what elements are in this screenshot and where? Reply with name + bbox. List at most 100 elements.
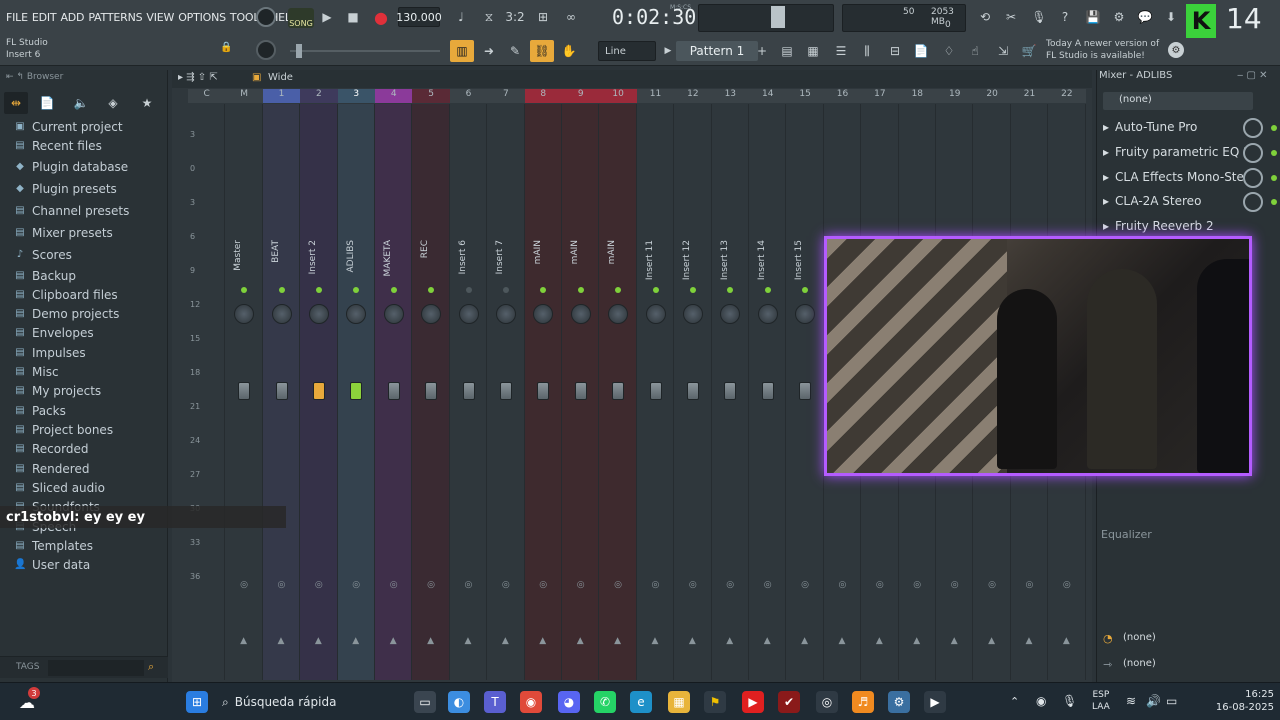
- strip-name[interactable]: Insert 11: [645, 240, 655, 280]
- main-pitch-slider[interactable]: [698, 4, 834, 32]
- strip-number[interactable]: 7: [487, 89, 525, 103]
- route-arrow-icon[interactable]: ▲: [577, 636, 584, 646]
- taskbar-search[interactable]: ⌕ Búsqueda rápida: [222, 689, 402, 715]
- strip-name[interactable]: ADLIBS: [346, 240, 356, 272]
- strip-number[interactable]: 13: [711, 89, 749, 103]
- chat-icon[interactable]: 💬: [1134, 6, 1156, 28]
- strip-number[interactable]: C: [188, 89, 226, 103]
- mixer-icon[interactable]: ⫼: [856, 40, 878, 62]
- strip-number[interactable]: 21: [1010, 89, 1049, 103]
- browser-item[interactable]: ▤ Mixer presets: [14, 224, 113, 242]
- fx-slot-3-mix-knob[interactable]: [1243, 168, 1263, 188]
- browser-item[interactable]: 👤 User data: [14, 556, 90, 574]
- window-controls-icon[interactable]: ‒ ▢ ✕: [1237, 70, 1268, 81]
- volume-fader[interactable]: [574, 382, 587, 400]
- strip-number[interactable]: 16: [823, 89, 862, 103]
- browser-item[interactable]: ▤ Clipboard files: [14, 286, 117, 304]
- strip-enable-led[interactable]: [577, 287, 584, 293]
- pan-knob[interactable]: [383, 304, 404, 324]
- output-1-selector[interactable]: (none): [1101, 632, 1279, 650]
- send-route-icon[interactable]: ◎: [801, 580, 809, 590]
- browser-arrows-icon[interactable]: ⇤ ↰: [6, 72, 27, 82]
- strip-number[interactable]: 19: [936, 89, 974, 103]
- settings-icon[interactable]: ⚙: [888, 691, 910, 713]
- strip-enable-led[interactable]: [502, 287, 509, 293]
- strip-number[interactable]: 6: [449, 89, 488, 103]
- volume-fader[interactable]: [686, 382, 699, 400]
- pattern-prev-icon[interactable]: ▶: [662, 40, 674, 62]
- strip-number[interactable]: 2: [300, 89, 338, 103]
- strip-name[interactable]: mAIN: [533, 240, 543, 264]
- browser-item[interactable]: ▤ Impulses: [14, 344, 85, 362]
- route-arrow-icon[interactable]: ▲: [652, 636, 659, 646]
- pan-knob[interactable]: [495, 304, 516, 324]
- strip-enable-led[interactable]: [465, 287, 472, 293]
- browser-item[interactable]: ▤ Recent files: [14, 137, 102, 155]
- route-arrow-icon[interactable]: ▲: [427, 636, 434, 646]
- volume-icon[interactable]: 🔊: [1146, 694, 1161, 708]
- stop-icon[interactable]: ■: [342, 6, 364, 28]
- fx-slot-5[interactable]: ▸ Fruity Reeverb 2: [1103, 215, 1253, 237]
- mixer-view-mode[interactable]: Wide: [268, 72, 293, 83]
- loop-record-icon[interactable]: ∞: [560, 6, 582, 28]
- undo-history-icon[interactable]: ⟲: [974, 6, 996, 28]
- browser-item[interactable]: ▤ My projects: [14, 382, 101, 400]
- news-panel[interactable]: Today A newer version of FL Studio is av…: [1046, 38, 1176, 64]
- pan-knob[interactable]: [645, 304, 666, 324]
- route-arrow-icon[interactable]: ▲: [1063, 636, 1070, 646]
- piano-roll-icon[interactable]: ☰: [830, 40, 852, 62]
- countdown-icon[interactable]: 3:2: [504, 6, 526, 28]
- battery-icon[interactable]: ▭: [1166, 694, 1177, 708]
- strip-name[interactable]: Insert 2: [308, 240, 318, 274]
- tray-chevron-icon[interactable]: ⌃: [1010, 695, 1019, 708]
- volume-fader[interactable]: [649, 382, 662, 400]
- pan-knob[interactable]: [757, 304, 778, 324]
- plugin-picker-icon[interactable]: ♢: [938, 40, 960, 62]
- master-pitch-handle[interactable]: [296, 44, 302, 58]
- browser-item[interactable]: ▤ Rendered: [14, 460, 89, 478]
- strip-name[interactable]: mAIN: [607, 240, 617, 264]
- route-arrow-icon[interactable]: ▲: [801, 636, 808, 646]
- route-arrow-icon[interactable]: ▲: [726, 636, 733, 646]
- download-icon[interactable]: ⬇: [1160, 6, 1182, 28]
- pan-knob[interactable]: [608, 304, 629, 324]
- send-route-icon[interactable]: ◎: [614, 580, 622, 590]
- route-arrow-icon[interactable]: ▲: [951, 636, 958, 646]
- blend-notes-icon[interactable]: ⊞: [532, 6, 554, 28]
- send-route-icon[interactable]: ◎: [988, 580, 996, 590]
- strip-number[interactable]: 15: [786, 89, 824, 103]
- route-arrow-icon[interactable]: ▲: [240, 636, 247, 646]
- fx-slot-1-led[interactable]: [1271, 125, 1277, 131]
- piano-icon[interactable]: ▥: [450, 40, 474, 62]
- route-arrow-icon[interactable]: ▲: [614, 636, 621, 646]
- send-route-icon[interactable]: ◎: [577, 580, 585, 590]
- arrow-right-icon[interactable]: ➜: [478, 40, 500, 62]
- plugin-icon[interactable]: ⚙: [1108, 6, 1130, 28]
- send-route-icon[interactable]: ◎: [951, 580, 959, 590]
- menu-file[interactable]: FILE: [4, 11, 30, 24]
- fx-slot-4[interactable]: ▸ CLA-2A Stereo: [1103, 190, 1253, 212]
- fx-slot-3[interactable]: ▸ CLA Effects Mono-Stereo: [1103, 166, 1263, 188]
- menu-patterns[interactable]: PATTERNS: [86, 11, 144, 24]
- route-arrow-icon[interactable]: ▲: [352, 636, 359, 646]
- send-route-icon[interactable]: ◎: [352, 580, 360, 590]
- send-route-icon[interactable]: ◎: [427, 580, 435, 590]
- discord-icon[interactable]: ◕: [558, 691, 580, 713]
- play-icon[interactable]: ▶: [316, 6, 338, 28]
- route-arrow-icon[interactable]: ▲: [876, 636, 883, 646]
- menu-edit[interactable]: EDIT: [30, 11, 59, 24]
- edge-icon[interactable]: e: [630, 691, 652, 713]
- pitch-slider-handle[interactable]: [771, 6, 785, 28]
- send-route-icon[interactable]: ◎: [240, 580, 248, 590]
- route-arrow-icon[interactable]: ▲: [1026, 636, 1033, 646]
- strip-number[interactable]: 4: [375, 89, 413, 103]
- strip-name[interactable]: BEAT: [271, 240, 281, 263]
- volume-fader[interactable]: [761, 382, 774, 400]
- mixer-strip-C[interactable]: [188, 104, 226, 680]
- store-icon[interactable]: 🛒: [1018, 40, 1040, 62]
- app-2-icon[interactable]: ✔: [778, 691, 800, 713]
- strip-name[interactable]: Insert 14: [757, 240, 767, 280]
- strip-enable-led[interactable]: [652, 287, 659, 293]
- volume-fader[interactable]: [499, 382, 512, 400]
- youtube-icon[interactable]: ▶: [742, 691, 764, 713]
